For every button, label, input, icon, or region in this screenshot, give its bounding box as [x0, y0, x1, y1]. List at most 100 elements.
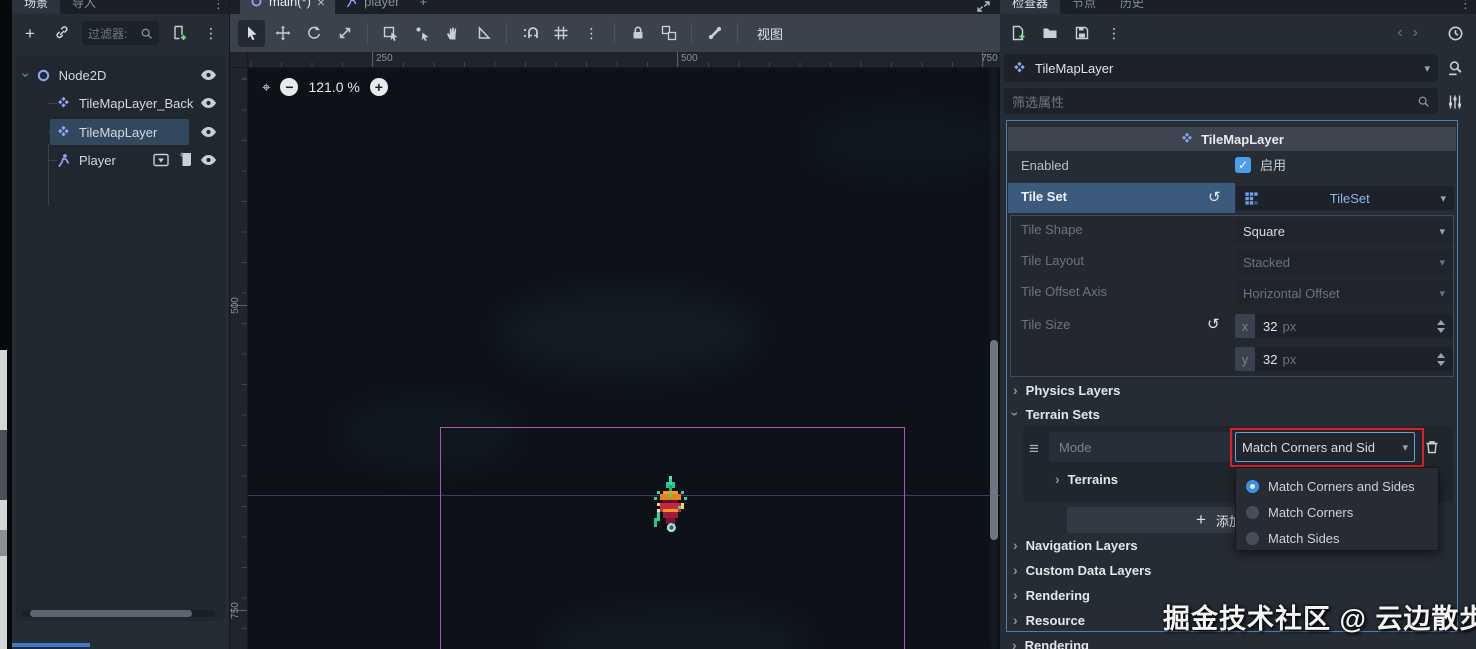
section-terrain-sets[interactable]: › Terrain Sets [1007, 406, 1100, 422]
select-list-tool-button[interactable] [377, 20, 404, 47]
collapse-icon[interactable]: › [18, 73, 34, 78]
tree-row-node2d[interactable]: › Node2D [16, 61, 225, 89]
tree-row-player[interactable]: Player [16, 146, 225, 174]
new-resource-button[interactable] [1006, 21, 1030, 45]
open-docs-button[interactable] [1442, 55, 1468, 81]
property-label-tile-size: Tile Size [1021, 317, 1071, 332]
visibility-toggle[interactable] [200, 96, 217, 110]
tab-import[interactable]: 导入 [60, 0, 108, 14]
skeleton-options-button[interactable] [701, 20, 728, 47]
object-history-button[interactable] [1442, 20, 1468, 46]
ruler-ticks [242, 68, 247, 649]
smart-snap-button[interactable] [516, 20, 543, 47]
terrain-mode-label-box: Mode [1049, 432, 1233, 462]
dots-icon: ⋮ [204, 25, 218, 41]
scale-tool-button[interactable] [331, 20, 358, 47]
section-rendering[interactable]: › Rendering [1013, 587, 1090, 603]
revert-icon[interactable]: ↺ [1208, 188, 1221, 206]
visibility-toggle[interactable] [200, 68, 217, 82]
zoom-out-button[interactable]: − [280, 78, 299, 96]
tileset-resource-picker[interactable]: TileSet ▾ [1236, 186, 1454, 210]
enabled-checkbox[interactable]: ✓ [1235, 156, 1251, 173]
zoom-percent[interactable]: 121.0 % [308, 79, 359, 95]
tile-size-y-field[interactable]: 32 px [1255, 347, 1453, 371]
tab-scene[interactable]: 场景 [12, 0, 61, 14]
node-selector-dropdown[interactable]: TileMapLayer ▾ [1004, 54, 1438, 82]
tile-size-x-field[interactable]: 32 px [1255, 314, 1453, 338]
scene-tree-menu-button[interactable]: ⋮ [199, 21, 223, 45]
tileset-resource-name: TileSet [1329, 190, 1370, 206]
dropdown-option-match-sides[interactable]: Match Sides [1236, 525, 1438, 551]
attach-script-button[interactable] [167, 21, 191, 45]
terrain-mode-dropdown[interactable]: Match Corners and Sid ▾ [1235, 432, 1415, 462]
move-pivot-tool-button[interactable] [408, 20, 435, 47]
tree-row-tilemaplayer[interactable]: TileMapLayer [16, 118, 225, 146]
inspector-dock-menu-icon[interactable]: ⋮ [1459, 0, 1472, 12]
tile-shape-dropdown[interactable]: Square ▾ [1235, 219, 1453, 243]
tile-layout-dropdown[interactable]: Stacked ▾ [1235, 250, 1453, 274]
history-forward-button[interactable]: › [1413, 24, 1418, 42]
section-physics-layers[interactable]: › Physics Layers [1013, 382, 1120, 398]
viewport-vertical-scrollbar[interactable] [990, 68, 998, 649]
zoom-in-button[interactable]: + [369, 78, 388, 96]
lock-selected-button[interactable] [624, 20, 651, 47]
center-view-icon[interactable]: ⌖ [262, 79, 270, 96]
tab-node[interactable]: 节点 [1060, 0, 1108, 14]
history-back-button[interactable]: ‹ [1397, 24, 1402, 42]
scene-tab-main[interactable]: main(*) × [240, 0, 336, 14]
scene-tab-main-label: main(*) [269, 0, 311, 9]
ruler-tool-button[interactable] [470, 20, 497, 47]
select-tool-button[interactable] [238, 19, 265, 47]
chevron-right-icon: › [1013, 562, 1018, 578]
revert-icon[interactable]: ↺ [1207, 315, 1220, 333]
move-tool-button[interactable] [269, 20, 296, 47]
open-script-button[interactable] [180, 152, 193, 167]
close-tab-icon[interactable]: × [317, 0, 325, 10]
history-clock-icon [1448, 26, 1462, 40]
group-selected-button[interactable] [655, 20, 682, 47]
add-node-button[interactable]: + [18, 21, 42, 45]
scrollbar-thumb[interactable] [990, 340, 998, 540]
visibility-toggle[interactable] [200, 125, 217, 139]
distraction-free-toggle[interactable] [977, 1, 990, 12]
scene-tab-player[interactable]: player [335, 0, 409, 14]
radio-icon [1246, 531, 1259, 545]
plus-icon: + [374, 79, 383, 95]
tree-horizontal-scrollbar[interactable] [22, 610, 215, 617]
drag-handle-icon[interactable]: ≡ [1029, 439, 1039, 459]
section-custom-data-layers[interactable]: › Custom Data Layers [1013, 562, 1151, 578]
section-terrains[interactable]: › Terrains [1055, 471, 1118, 487]
rotate-tool-button[interactable] [300, 20, 327, 47]
property-tools-button[interactable] [1442, 89, 1468, 115]
visibility-toggle[interactable] [200, 153, 217, 167]
snap-options-button[interactable]: ⋮ [578, 20, 605, 47]
scene-filter-input[interactable]: 过滤器: [82, 21, 159, 45]
section-navigation-layers[interactable]: › Navigation Layers [1013, 537, 1138, 553]
property-row-tile-set[interactable]: Tile Set ↺ TileSet ▾ [1008, 183, 1456, 213]
scene-dock-menu-icon[interactable]: ⋮ [212, 0, 225, 12]
new-scene-tab-button[interactable]: + [410, 0, 438, 14]
load-resource-button[interactable] [1038, 21, 1062, 45]
viewport-canvas[interactable]: ⌖ − 121.0 % + [248, 68, 1000, 649]
pan-tool-button[interactable] [439, 20, 466, 47]
scene-tabs-bar: main(*) × player + [230, 0, 1000, 14]
grid-snap-button[interactable] [547, 20, 574, 47]
spinner-icon[interactable] [1437, 319, 1445, 333]
save-resource-button[interactable] [1070, 21, 1094, 45]
tree-row-tilemaplayer-back[interactable]: TileMapLayer_Back [16, 89, 225, 117]
spinner-icon[interactable] [1437, 352, 1445, 366]
dropdown-option-match-corners-and-sides[interactable]: Match Corners and Sides [1236, 473, 1438, 499]
scrollbar-thumb[interactable] [30, 610, 192, 617]
tab-inspector[interactable]: 检查器 [1000, 0, 1061, 14]
instance-scene-button[interactable] [50, 21, 74, 45]
inspector-filter-input[interactable]: 筛选属性 [1004, 88, 1438, 114]
instance-options-button[interactable] [153, 153, 169, 167]
view-menu-button[interactable]: 视图 [747, 21, 793, 45]
section-resource[interactable]: › Resource [1013, 612, 1085, 628]
dropdown-option-match-corners[interactable]: Match Corners [1236, 499, 1438, 525]
tab-history[interactable]: 历史 [1108, 0, 1156, 14]
section-rendering-canvasitem[interactable]: › Rendering [1012, 637, 1089, 649]
resource-menu-button[interactable]: ⋮ [1102, 21, 1126, 45]
delete-terrain-set-button[interactable] [1424, 439, 1440, 455]
tile-offset-axis-dropdown[interactable]: Horizontal Offset ▾ [1235, 281, 1453, 305]
